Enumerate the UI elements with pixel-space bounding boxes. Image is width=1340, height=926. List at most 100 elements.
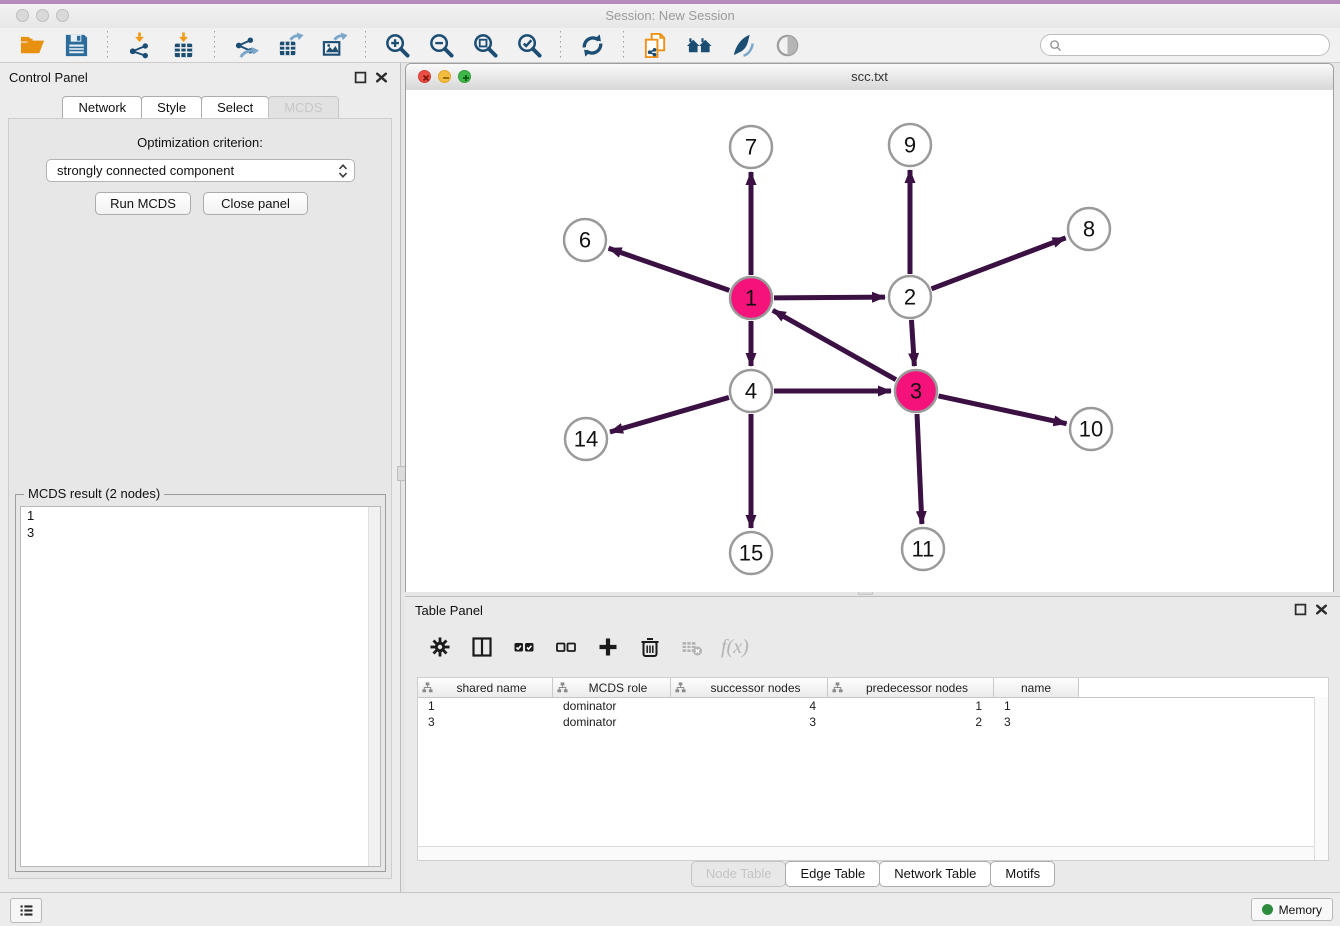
criterion-dropdown[interactable]: strongly connected component [46,159,355,182]
export-image-button[interactable] [317,30,351,60]
node-8[interactable]: 8 [1068,208,1110,250]
table-toolbar: f(x) [419,627,757,667]
tab-edge-table[interactable]: Edge Table [785,861,880,887]
edge-4-14[interactable] [610,397,729,432]
table-vertical-scrollbar[interactable] [1314,697,1328,860]
node-15[interactable]: 15 [730,532,772,574]
memory-button[interactable]: Memory [1251,898,1333,921]
deselect-all-columns-button[interactable] [553,634,579,660]
edge-2-8[interactable] [932,238,1066,289]
table-cell[interactable]: 1 [828,699,994,713]
table-horizontal-scrollbar[interactable] [418,846,1315,860]
column-header-label: predecessor nodes [845,681,989,695]
close-panel-icon[interactable] [375,71,388,84]
table-cell[interactable]: 3 [418,715,553,729]
save-session-button[interactable] [59,30,93,60]
search-input[interactable] [1067,37,1321,53]
column-header-mcds-role[interactable]: MCDS role [553,678,671,697]
export-image-icon [321,32,348,59]
tab-style[interactable]: Style [141,96,202,120]
table-cell[interactable]: 1 [994,699,1079,713]
node-9[interactable]: 9 [889,124,931,166]
import-table-button[interactable] [166,30,200,60]
edge-3-10[interactable] [938,396,1066,424]
toolbar-separator [623,31,624,59]
table-cell[interactable]: 3 [994,715,1079,729]
tab-node-table[interactable]: Node Table [691,861,787,887]
show-hide-panel-button[interactable] [770,30,804,60]
table-cell[interactable]: 2 [828,715,994,729]
deselect-all-columns-icon [555,636,577,658]
close-panel-button[interactable]: Close panel [203,192,308,215]
column-header-name[interactable]: name [994,678,1079,697]
apply-preferred-layout-button[interactable] [575,30,609,60]
node-1[interactable]: 1 [730,277,772,319]
status-bar: Memory [0,892,1340,926]
main-toolbar [0,28,1340,63]
tree-icon [422,682,433,693]
open-session-button[interactable] [15,30,49,60]
float-panel-icon[interactable] [354,71,367,84]
table-settings-button[interactable] [427,634,453,660]
edge-1-2[interactable] [774,297,885,298]
column-header-successor-nodes[interactable]: successor nodes [671,678,828,697]
hierarchy-icon [422,682,435,693]
edge-1-6[interactable] [609,248,730,290]
node-14[interactable]: 14 [565,418,607,460]
function-builder-button[interactable]: f(x) [721,634,749,660]
nested-network-button[interactable] [682,30,716,60]
control-panel-title: Control Panel [9,70,88,85]
float-table-panel-icon[interactable] [1294,603,1307,616]
close-table-panel-icon[interactable] [1315,603,1328,616]
node-6[interactable]: 6 [564,219,606,261]
zoom-selected-button[interactable] [512,30,546,60]
show-hide-panel-icon [774,32,801,59]
node-3[interactable]: 3 [895,370,937,412]
table-row[interactable]: 1dominator411 [418,698,1328,714]
table-cell[interactable]: 1 [418,699,553,713]
delete-column-button[interactable] [637,634,663,660]
import-network-button[interactable] [122,30,156,60]
zoom-out-icon [428,32,455,59]
toggle-graphics-details-button[interactable] [726,30,760,60]
column-header-shared-name[interactable]: shared name [418,678,553,697]
clone-network-button[interactable] [638,30,672,60]
zoom-fit-button[interactable] [468,30,502,60]
export-table-button[interactable] [273,30,307,60]
select-all-columns-button[interactable] [511,634,537,660]
run-mcds-button[interactable]: Run MCDS [95,192,191,215]
edge-3-11[interactable] [917,414,922,524]
app-titlebar: Session: New Session [0,4,1340,29]
network-window-titlebar[interactable]: scc.txt [406,64,1333,91]
edge-3-1[interactable] [773,310,896,379]
tab-network-table[interactable]: Network Table [879,861,991,887]
node-10[interactable]: 10 [1070,408,1112,450]
zoom-out-button[interactable] [424,30,458,60]
export-network-button[interactable] [229,30,263,60]
tab-select[interactable]: Select [201,96,269,120]
network-canvas[interactable]: 7 9 6 8 1 2 4 3 14 10 15 11 [406,90,1333,592]
task-list-button[interactable] [10,898,42,923]
result-list-scrollbar[interactable] [368,507,380,866]
create-column-button[interactable] [595,634,621,660]
table-cell[interactable]: dominator [553,715,671,729]
mcds-result-list[interactable]: 13 [20,506,381,867]
table-cell[interactable]: dominator [553,699,671,713]
toggle-columns-button[interactable] [469,634,495,660]
tab-motifs[interactable]: Motifs [990,861,1055,887]
node-label: 9 [904,133,916,158]
zoom-in-button[interactable] [380,30,414,60]
table-cell[interactable]: 4 [671,699,828,713]
edge-2-3[interactable] [911,320,914,366]
tab-mcds[interactable]: MCDS [268,96,338,120]
node-4[interactable]: 4 [730,370,772,412]
column-header-predecessor-nodes[interactable]: predecessor nodes [828,678,994,697]
table-row[interactable]: 3dominator323 [418,714,1328,730]
node-2[interactable]: 2 [889,276,931,318]
node-7[interactable]: 7 [730,126,772,168]
window-title: Session: New Session [0,4,1340,28]
tab-network[interactable]: Network [62,96,142,120]
delete-table-button[interactable] [679,634,705,660]
node-11[interactable]: 11 [902,528,944,570]
table-cell[interactable]: 3 [671,715,828,729]
